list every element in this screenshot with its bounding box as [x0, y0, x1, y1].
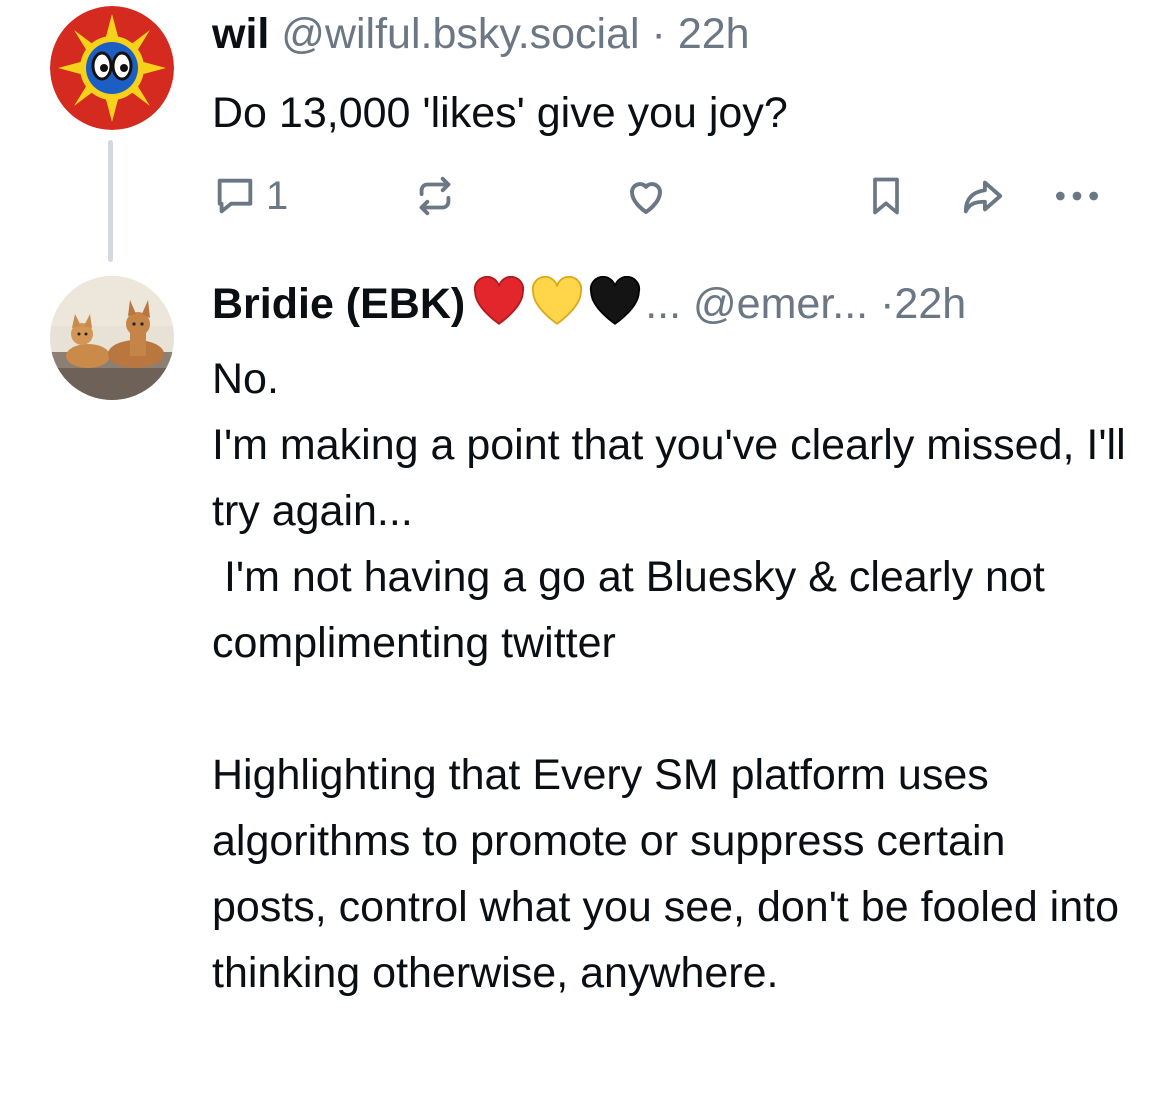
post-header: wil @wilful.bsky.social · 22h — [212, 6, 750, 62]
emoji-hearts — [471, 275, 645, 340]
name-truncation: ... — [645, 280, 682, 328]
bookmark-button[interactable] — [864, 168, 908, 224]
post-timestamp[interactable]: 22h — [678, 10, 750, 58]
like-button[interactable] — [622, 168, 670, 224]
avatar-wil[interactable] — [50, 6, 174, 130]
post-header: Bridie (EBK)... @emer... ·22h — [212, 275, 966, 340]
more-options-button[interactable] — [1052, 168, 1102, 224]
reply-button[interactable]: 1 — [212, 168, 288, 224]
post-text: Do 13,000 'likes' give you joy? — [212, 89, 788, 137]
repost-icon — [419, 176, 451, 216]
avatar-bridie[interactable] — [50, 276, 174, 400]
more-icon — [1056, 191, 1098, 201]
share-icon — [963, 180, 1003, 214]
repost-button[interactable] — [412, 168, 458, 224]
reply-icon — [217, 178, 253, 214]
post-paragraph: Highlighting that Every SM platform uses… — [212, 751, 1131, 997]
black-heart-icon — [590, 275, 641, 325]
bookmark-icon — [873, 177, 899, 215]
yellow-heart-icon — [532, 275, 583, 325]
author-name[interactable]: wil — [212, 10, 269, 58]
post-paragraph: I'm making a point that you've clearly m… — [212, 421, 1138, 535]
avatar-sun-face-image — [50, 6, 174, 130]
author-name[interactable]: Bridie (EBK) — [212, 280, 465, 328]
post-text: No. I'm making a point that you've clear… — [212, 346, 1132, 1006]
like-icon — [630, 182, 662, 214]
reply-count: 1 — [266, 173, 289, 218]
post-actions: 1 — [212, 168, 1112, 224]
avatar-dogs-photo — [50, 276, 174, 400]
author-handle[interactable]: @wilful.bsky.social — [281, 10, 639, 58]
author-handle[interactable]: @emer... — [693, 280, 868, 328]
separator-dot: · — [880, 280, 895, 328]
post-timestamp[interactable]: 22h — [894, 280, 966, 328]
red-heart-icon — [474, 275, 525, 325]
post-paragraph: I'm not having a go at Bluesky & clearly… — [212, 553, 1057, 667]
post-paragraph-spacer — [212, 676, 1132, 742]
thread-connector-line — [108, 140, 113, 262]
share-button[interactable] — [958, 168, 1008, 224]
post-paragraph: No. — [212, 355, 279, 403]
separator-dot: · — [651, 10, 666, 58]
